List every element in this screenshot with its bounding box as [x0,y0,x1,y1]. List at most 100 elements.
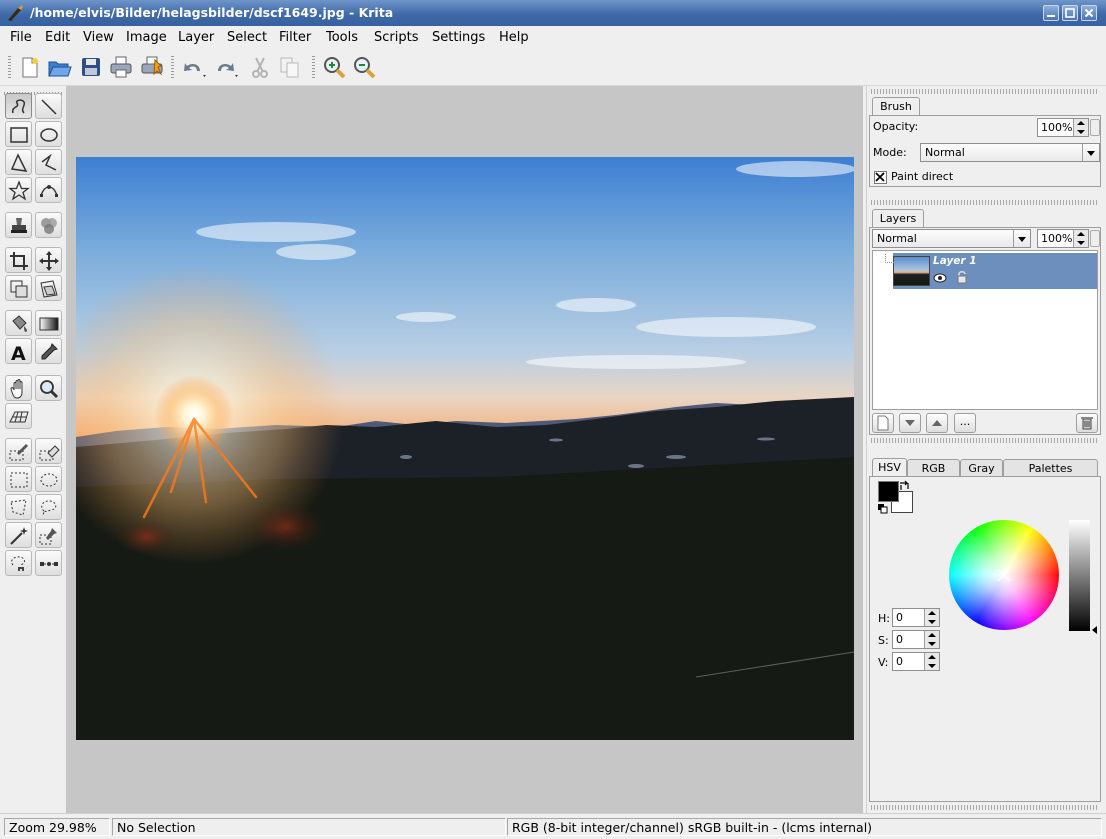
reset-colors-icon[interactable] [878,504,888,514]
spin-arrows-icon[interactable] [924,609,939,626]
eraser-selection-tool[interactable] [35,438,62,464]
undo-button[interactable] [180,54,210,80]
freehand-brush-tool[interactable] [5,93,32,119]
gradient-tool[interactable] [35,310,62,336]
layer-row-selected[interactable]: Layer 1 [893,253,1097,289]
print-button[interactable] [108,54,134,80]
opacity-slider-handle[interactable] [1090,119,1100,136]
menu-filter[interactable]: Filter [279,30,311,45]
hue-spinbox[interactable]: 0 [892,608,940,627]
docker-grip[interactable] [871,89,1099,94]
cut-button[interactable] [247,54,273,80]
polyline-tool[interactable] [35,149,62,175]
save-button[interactable] [78,54,104,80]
polygon-selection-tool[interactable] [5,494,32,520]
minimize-button[interactable] [1043,5,1059,21]
maximize-button[interactable] [1062,5,1078,21]
pan-tool[interactable] [5,375,32,401]
paint-direct-checkbox[interactable] [874,171,887,184]
new-button[interactable] [16,54,42,80]
docker-grip[interactable] [871,438,1099,443]
delete-layer-button[interactable] [1076,413,1098,433]
docker-grip[interactable] [871,805,1099,810]
print-preview-button[interactable] [139,54,165,80]
menu-layer[interactable]: Layer [178,30,214,45]
color-picker-tool[interactable] [35,338,62,364]
move-layer-up-button[interactable] [926,413,948,433]
saturation-spinbox[interactable]: 0 [892,630,940,649]
menu-help[interactable]: Help [499,30,529,45]
menu-settings[interactable]: Settings [432,30,485,45]
rect-selection-tool[interactable] [5,466,32,492]
transform-tool[interactable] [5,275,32,301]
layer-properties-button[interactable]: ... [954,413,976,433]
bezier-tool[interactable] [35,177,62,203]
tab-layers[interactable]: Layers [872,209,924,228]
fill-tool[interactable] [5,310,32,336]
contiguous-selection-tool[interactable] [5,522,32,548]
copy-button[interactable] [277,54,303,80]
line-tool[interactable] [35,93,62,119]
similar-selection-tool[interactable] [35,522,62,548]
tab-gray[interactable]: Gray [960,459,1003,477]
zoom-tool[interactable] [35,375,62,401]
spin-arrows-icon[interactable] [924,653,939,670]
menu-scripts[interactable]: Scripts [374,30,418,45]
spin-arrows-icon[interactable] [1073,230,1088,247]
magnetic-selection-tool[interactable] [5,550,32,576]
toolbar-grip[interactable] [171,56,174,80]
menu-image[interactable]: Image [126,30,167,45]
outline-selection-tool[interactable] [35,494,62,520]
brush-opacity-spinbox[interactable]: 100% [1037,118,1089,137]
menu-file[interactable]: File [10,30,32,45]
hue-saturation-wheel[interactable] [949,520,1059,630]
tab-brush[interactable]: Brush [872,97,920,116]
layer-blend-mode-dropdown[interactable]: Normal [872,229,1031,248]
ellipse-selection-tool[interactable] [35,466,62,492]
menu-view[interactable]: View [83,30,114,45]
swap-colors-icon[interactable] [898,480,910,492]
brush-selection-tool[interactable] [5,438,32,464]
ellipse-tool[interactable] [35,121,62,147]
foreground-color-swatch[interactable] [878,481,899,502]
layer-opacity-slider-handle[interactable] [1090,230,1100,247]
zoom-in-button[interactable] [321,54,347,80]
perspective-transform-tool[interactable] [35,275,62,301]
canvas-image[interactable] [44,157,856,740]
spin-arrows-icon[interactable] [924,631,939,648]
open-button[interactable] [46,54,72,80]
tab-rgb[interactable]: RGB [907,459,960,477]
layer-name[interactable]: Layer 1 [933,255,977,267]
tab-palettes[interactable]: Palettes [1003,459,1098,477]
new-layer-button[interactable] [872,413,894,433]
perspective-grid-tool[interactable] [5,403,32,429]
value-spinbox[interactable]: 0 [892,652,940,671]
docker-grip[interactable] [871,200,1099,205]
value-slider-arrow-icon[interactable] [1091,625,1099,635]
clone-stamp-tool[interactable] [5,212,32,238]
redo-button[interactable] [212,54,242,80]
rectangle-tool[interactable] [5,121,32,147]
polygon-tool[interactable] [5,149,32,175]
layer-opacity-spinbox[interactable]: 100% [1037,229,1089,248]
move-layer-down-button[interactable] [899,413,921,433]
toolbar-grip[interactable] [8,56,11,80]
menu-tools[interactable]: Tools [326,30,358,45]
zoom-out-button[interactable] [351,54,377,80]
move-tool[interactable] [35,247,62,273]
spin-arrows-icon[interactable] [1073,119,1088,136]
toolbar-grip[interactable] [312,56,315,80]
text-tool[interactable]: A [5,338,32,364]
value-slider[interactable] [1069,520,1090,631]
layer-list[interactable]: Layer 1 [872,250,1098,410]
brush-mode-dropdown[interactable]: Normal [920,143,1100,162]
close-window-button[interactable] [1081,5,1097,21]
filter-brush-tool[interactable] [35,212,62,238]
star-tool[interactable] [5,177,32,203]
path-selection-tool[interactable] [35,550,62,576]
menu-select[interactable]: Select [227,30,267,45]
eye-visibility-icon[interactable] [933,272,947,284]
crop-tool[interactable] [5,247,32,273]
tab-hsv[interactable]: HSV [872,458,907,477]
lock-icon[interactable] [956,270,968,284]
